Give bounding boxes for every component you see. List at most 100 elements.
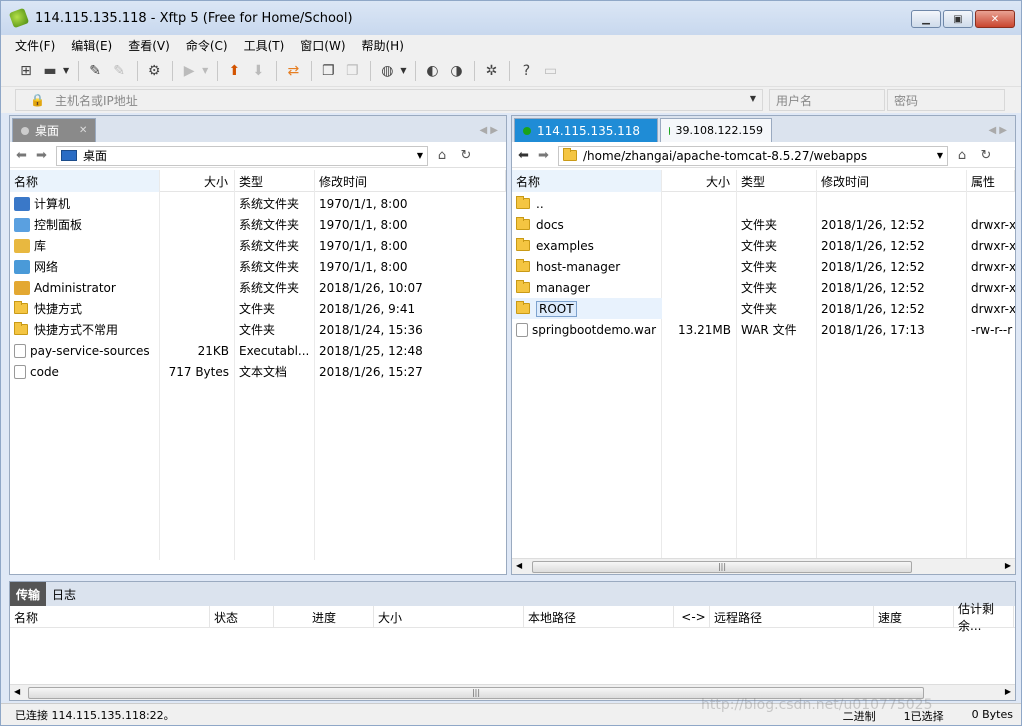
table-row[interactable]: host-manager 文件夹 2018/1/26, 12:52 drwxr-x [512, 256, 1015, 277]
connect-icon[interactable]: ✎ [84, 60, 106, 82]
forward-arrow-icon[interactable]: ➡ [36, 148, 56, 163]
upload-icon[interactable]: ⬆ [223, 60, 245, 82]
tab-close-icon[interactable]: ✕ [79, 125, 87, 136]
menu-window[interactable]: 窗口(W) [300, 37, 345, 54]
parent-folder-icon[interactable]: ⌂ [952, 147, 972, 165]
table-row[interactable]: ROOT 文件夹 2018/1/26, 12:52 drwxr-x [512, 298, 1015, 319]
minimize-button[interactable]: ▁ [911, 10, 941, 28]
col-attr[interactable]: 属性 [967, 170, 1015, 192]
scrollbar-thumb[interactable]: ||| [532, 561, 912, 573]
disconnect-icon[interactable]: ✎ [108, 60, 130, 82]
table-row[interactable]: manager 文件夹 2018/1/26, 12:52 drwxr-x [512, 277, 1015, 298]
horizontal-scrollbar[interactable]: ◀ ||| ▶ [512, 558, 1015, 574]
paste-icon[interactable]: ❐ [341, 60, 363, 82]
refresh-icon[interactable]: ↻ [976, 147, 996, 165]
globe-icon[interactable]: ◍ [376, 60, 398, 82]
open-dropdown-icon[interactable]: ▼ [63, 66, 69, 75]
maximize-button[interactable]: ▣ [943, 10, 973, 28]
file-type: Executabl... [239, 343, 310, 358]
download-icon[interactable]: ⬇ [247, 60, 269, 82]
col-type[interactable]: 类型 [235, 170, 315, 192]
col-size[interactable]: 大小 [160, 170, 235, 192]
host-input[interactable]: 🔒 主机名或IP地址 ▼ [15, 89, 763, 111]
host-dropdown-icon[interactable]: ▼ [750, 94, 756, 103]
forward-arrow-icon[interactable]: ➡ [538, 148, 558, 163]
chat-icon[interactable]: ▭ [539, 60, 561, 82]
col-eta[interactable]: 估计剩余... [954, 602, 1014, 633]
menu-help[interactable]: 帮助(H) [362, 37, 404, 54]
table-row[interactable]: 控制面板 系统文件夹 1970/1/1, 8:00 [10, 214, 506, 235]
xftp-icon[interactable]: ◑ [445, 60, 467, 82]
col-name[interactable]: 名称 [10, 606, 210, 628]
table-row[interactable]: 网络 系统文件夹 1970/1/1, 8:00 [10, 256, 506, 277]
table-row[interactable]: 计算机 系统文件夹 1970/1/1, 8:00 [10, 193, 506, 214]
settings-icon[interactable]: ✲ [480, 60, 502, 82]
password-input[interactable]: 密码 [887, 89, 1005, 111]
menu-edit[interactable]: 编辑(E) [71, 37, 112, 54]
table-row[interactable]: docs 文件夹 2018/1/26, 12:52 drwxr-x [512, 214, 1015, 235]
path-dropdown-icon[interactable]: ▼ [417, 151, 423, 160]
tab-scroll-arrows[interactable]: ◀ ▶ [479, 125, 498, 136]
transfer-icon[interactable]: ▶ [178, 60, 200, 82]
scroll-left-icon[interactable]: ◀ [14, 687, 20, 696]
properties-icon[interactable]: ⚙ [143, 60, 165, 82]
table-row[interactable]: 快捷方式 文件夹 2018/1/26, 9:41 [10, 298, 506, 319]
tab-transfer[interactable]: 传输 [10, 582, 47, 606]
open-folder-icon[interactable]: ▬ [39, 60, 61, 82]
table-row[interactable]: .. [512, 193, 1015, 214]
tab-local-desktop[interactable]: 桌面 ✕ [12, 118, 97, 142]
file-modified: 1970/1/1, 8:00 [319, 196, 408, 211]
help-icon[interactable]: ? [515, 60, 537, 82]
scroll-right-icon[interactable]: ▶ [1005, 687, 1011, 696]
table-row[interactable]: examples 文件夹 2018/1/26, 12:52 drwxr-x [512, 235, 1015, 256]
globe-dropdown-icon[interactable]: ▼ [400, 66, 406, 75]
col-modified[interactable]: 修改时间 [315, 170, 506, 192]
tab-session-other[interactable]: 39.108.122.159 [660, 118, 772, 142]
parent-folder-icon[interactable]: ⌂ [432, 147, 452, 165]
folder-icon [516, 280, 530, 293]
col-status[interactable]: 状态 [210, 606, 274, 628]
sync-icon[interactable]: ⇄ [282, 60, 304, 82]
menu-view[interactable]: 查看(V) [128, 37, 170, 54]
username-input[interactable]: 用户名 [769, 89, 885, 111]
tab-session-active[interactable]: 114.115.135.118 [514, 118, 658, 142]
table-row[interactable]: 库 系统文件夹 1970/1/1, 8:00 [10, 235, 506, 256]
col-speed[interactable]: 速度 [874, 606, 954, 628]
scroll-right-icon[interactable]: ▶ [1005, 561, 1011, 570]
tab-scroll-arrows[interactable]: ◀ ▶ [988, 125, 1007, 136]
back-arrow-icon[interactable]: ⬅ [518, 148, 538, 163]
file-modified: 2018/1/26, 12:52 [821, 280, 925, 295]
transfer-dropdown-icon[interactable]: ▼ [202, 66, 208, 75]
col-progress[interactable]: 进度 [274, 606, 374, 628]
col-name[interactable]: 名称 [512, 170, 662, 192]
table-row[interactable]: 快捷方式不常用 文件夹 2018/1/24, 15:36 [10, 319, 506, 340]
scroll-left-icon[interactable]: ◀ [516, 561, 522, 570]
tab-log[interactable]: 日志 [46, 582, 82, 606]
col-size[interactable]: 大小 [374, 606, 524, 628]
table-row[interactable]: code 717 Bytes 文本文档 2018/1/26, 15:27 [10, 361, 506, 382]
col-name[interactable]: 名称 [10, 170, 160, 192]
remote-path-field[interactable]: /home/zhangai/apache-tomcat-8.5.27/webap… [558, 145, 948, 166]
back-arrow-icon[interactable]: ⬅ [16, 148, 36, 163]
path-dropdown-icon[interactable]: ▼ [937, 151, 943, 160]
col-remote-path[interactable]: 远程路径 [710, 606, 874, 628]
xshell-icon[interactable]: ◐ [421, 60, 443, 82]
col-modified[interactable]: 修改时间 [817, 170, 967, 192]
menu-file[interactable]: 文件(F) [15, 37, 55, 54]
folder-icon [516, 196, 530, 209]
new-session-icon[interactable]: ⊞ [15, 60, 37, 82]
file-modified: 1970/1/1, 8:00 [319, 238, 408, 253]
col-local-path[interactable]: 本地路径 [524, 606, 674, 628]
close-button[interactable]: ✕ [975, 10, 1015, 28]
table-row[interactable]: pay-service-sources 21KB Executabl... 2018/… [10, 340, 506, 361]
table-row[interactable]: springbootdemo.war 13.21MB WAR 文件 2018/1/26… [512, 319, 1015, 340]
menu-command[interactable]: 命令(C) [186, 37, 228, 54]
col-type[interactable]: 类型 [737, 170, 817, 192]
refresh-icon[interactable]: ↻ [456, 147, 476, 165]
table-row[interactable]: Administrator 系统文件夹 2018/1/26, 10:07 [10, 277, 506, 298]
menu-tools[interactable]: 工具(T) [244, 37, 285, 54]
copy-icon[interactable]: ❐ [317, 60, 339, 82]
local-path-field[interactable]: 桌面 ▼ [56, 145, 428, 166]
col-size[interactable]: 大小 [662, 170, 737, 192]
col-direction[interactable]: <-> [674, 606, 710, 628]
